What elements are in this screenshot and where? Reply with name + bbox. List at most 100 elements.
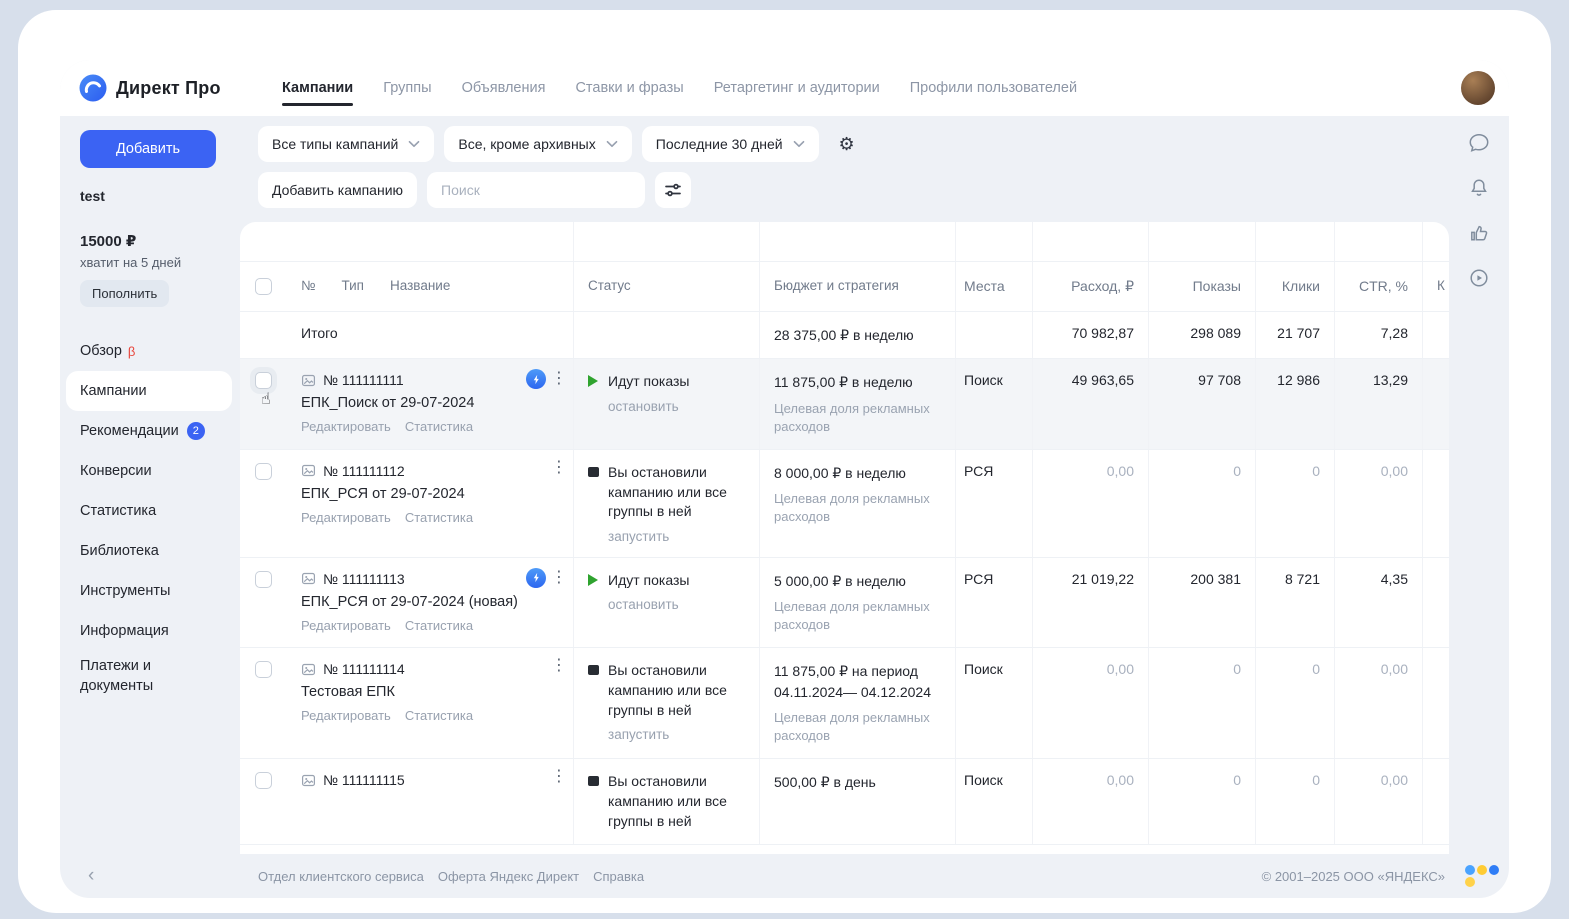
add-button[interactable]: Добавить: [80, 130, 216, 168]
select-all-checkbox[interactable]: [255, 278, 272, 295]
table-row: № 111111112 ⋮ ЕПК_РСЯ от 29-07-2024 Реда…: [240, 450, 1449, 558]
sidebar-item-tools[interactable]: Инструменты: [80, 571, 228, 611]
col-header-clipped[interactable]: К: [1422, 262, 1449, 311]
sidebar-item-statistics[interactable]: Статистика: [80, 491, 228, 531]
thumbs-up-icon[interactable]: [1468, 222, 1490, 244]
col-header-shows[interactable]: Показы: [1148, 262, 1255, 311]
balance-note: хватит на 5 дней: [80, 255, 228, 270]
footer-link-help[interactable]: Справка: [593, 869, 644, 884]
sidebar-item-overview[interactable]: Обзор β: [80, 331, 228, 371]
sidebar-item-campaigns[interactable]: Кампании: [66, 371, 232, 411]
col-header-number[interactable]: №: [301, 278, 315, 295]
top-header: Директ Про Кампании Группы Объявления Ст…: [60, 60, 1509, 116]
col-header-places[interactable]: Места: [955, 262, 1032, 311]
sidebar-item-conversions[interactable]: Конверсии: [80, 451, 228, 491]
add-campaign-button[interactable]: Добавить кампанию: [258, 172, 417, 208]
right-icon-rail: [1449, 116, 1509, 854]
col-header-type[interactable]: Тип: [341, 278, 364, 295]
tab-campaigns[interactable]: Кампании: [282, 80, 353, 96]
status-action-link[interactable]: остановить: [608, 597, 689, 612]
campaign-name[interactable]: ЕПК_РСЯ от 29-07-2024: [301, 486, 559, 502]
chat-icon[interactable]: [1468, 132, 1490, 154]
row-checkbox[interactable]: [255, 463, 272, 480]
budget-value: 8 000,00 ₽ в неделю: [774, 463, 941, 483]
row-checkbox[interactable]: [255, 571, 272, 588]
status-action-link[interactable]: остановить: [608, 399, 689, 414]
row-checkbox[interactable]: [255, 372, 272, 389]
edit-link[interactable]: Редактировать: [301, 419, 391, 434]
sidebar-item-library[interactable]: Библиотека: [80, 531, 228, 571]
stats-link[interactable]: Статистика: [405, 708, 473, 723]
totals-ctr: 7,28: [1334, 312, 1422, 358]
ctr-value: 0,00: [1334, 648, 1422, 758]
ctr-value: 0,00: [1334, 450, 1422, 557]
archive-filter[interactable]: Все, кроме архивных: [444, 126, 631, 162]
col-header-ctr[interactable]: CTR, %: [1334, 262, 1422, 311]
status-action-link[interactable]: запустить: [608, 529, 745, 544]
budget-value: 500,00 ₽ в день: [774, 772, 941, 792]
col-header-name[interactable]: Название: [390, 278, 450, 295]
status-stopped-icon: [588, 776, 599, 786]
row-menu-button[interactable]: ⋮: [551, 769, 567, 785]
sidebar-item-recommendations[interactable]: Рекомендации 2: [80, 411, 228, 451]
col-header-budget[interactable]: Бюджет и стратегия: [759, 262, 955, 311]
row-menu-button[interactable]: ⋮: [551, 570, 567, 586]
sidebar-item-label: Кампании: [80, 383, 147, 399]
col-header-status[interactable]: Статус: [573, 262, 759, 311]
campaign-name[interactable]: ЕПК_Поиск от 29-07-2024: [301, 395, 559, 411]
strategy-note: Целевая доля рекламных расходов: [774, 400, 941, 436]
sidebar-item-payments[interactable]: Платежи и документы: [80, 651, 210, 702]
tab-user-profiles[interactable]: Профили пользователей: [910, 80, 1077, 96]
col-header-spend[interactable]: Расход, ₽: [1032, 262, 1148, 311]
campaign-type-icon: [301, 373, 316, 388]
status-text: Вы остановили кампанию или все группы в …: [608, 661, 745, 720]
status-running-icon: [588, 574, 599, 586]
places-value: Поиск: [955, 359, 1032, 449]
sidebar-item-label: Рекомендации: [80, 423, 179, 439]
col-header-clicks[interactable]: Клики: [1255, 262, 1334, 311]
spend-value: 0,00: [1032, 450, 1148, 557]
table-settings-button[interactable]: ⚙: [829, 126, 865, 162]
tab-bids-phrases[interactable]: Ставки и фразы: [575, 80, 683, 96]
stats-link[interactable]: Статистика: [405, 510, 473, 525]
sidebar-collapse-button[interactable]: ‹: [88, 865, 94, 886]
user-avatar[interactable]: [1461, 71, 1495, 105]
table-row: ☝ № 111111111 ⋮ ЕПК_Поис: [240, 359, 1449, 450]
tab-retargeting[interactable]: Ретаргетинг и аудитории: [714, 80, 880, 96]
campaign-name[interactable]: ЕПК_РСЯ от 29-07-2024 (новая): [301, 594, 559, 610]
row-checkbox[interactable]: [255, 772, 272, 789]
row-menu-button[interactable]: ⋮: [551, 371, 567, 387]
campaign-name[interactable]: Тестовая ЕПК: [301, 684, 559, 700]
stats-link[interactable]: Статистика: [405, 618, 473, 633]
campaign-type-filter[interactable]: Все типы кампаний: [258, 126, 434, 162]
tab-ads[interactable]: Объявления: [462, 80, 546, 96]
shows-value: 0: [1148, 759, 1255, 844]
footer-link-offer[interactable]: Оферта Яндекс Директ: [438, 869, 579, 884]
filter-options-button[interactable]: [655, 172, 691, 208]
topup-button[interactable]: Пополнить: [80, 280, 169, 307]
row-checkbox[interactable]: [255, 661, 272, 678]
bell-icon[interactable]: [1468, 177, 1490, 199]
sidebar-item-label: Конверсии: [80, 463, 152, 479]
edit-link[interactable]: Редактировать: [301, 618, 391, 633]
filters-panel: Все типы кампаний Все, кроме архивных По…: [240, 116, 1449, 218]
status-action-link[interactable]: запустить: [608, 727, 745, 742]
edit-link[interactable]: Редактировать: [301, 708, 391, 723]
footer-link-support[interactable]: Отдел клиентского сервиса: [258, 869, 424, 884]
stats-link[interactable]: Статистика: [405, 419, 473, 434]
search-input[interactable]: [441, 182, 631, 198]
shows-value: 0: [1148, 648, 1255, 758]
add-campaign-label: Добавить кампанию: [272, 182, 403, 198]
clicks-value: 0: [1255, 450, 1334, 557]
account-name[interactable]: test: [80, 188, 228, 204]
play-circle-icon[interactable]: [1468, 267, 1490, 289]
period-filter[interactable]: Последние 30 дней: [642, 126, 819, 162]
row-menu-button[interactable]: ⋮: [551, 658, 567, 674]
edit-link[interactable]: Редактировать: [301, 510, 391, 525]
places-value: РСЯ: [955, 450, 1032, 557]
row-menu-button[interactable]: ⋮: [551, 460, 567, 476]
sidebar-item-label: Инструменты: [80, 583, 170, 599]
archive-filter-label: Все, кроме архивных: [458, 136, 595, 152]
tab-groups[interactable]: Группы: [383, 80, 431, 96]
sidebar-item-information[interactable]: Информация: [80, 611, 228, 651]
